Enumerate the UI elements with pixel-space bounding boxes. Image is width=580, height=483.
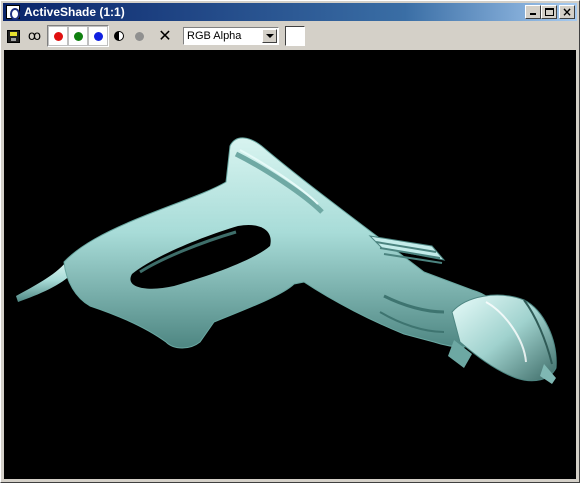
glue-gun-model — [16, 137, 557, 384]
monochrome-icon — [114, 31, 124, 41]
monochrome-button[interactable] — [109, 26, 129, 46]
green-channel-icon — [73, 31, 83, 41]
channel-display-select[interactable]: RGB Alpha — [183, 27, 279, 45]
toolbar: ꝏ ✕ RGB Alpha — [3, 23, 577, 49]
maximize-button[interactable] — [541, 5, 557, 19]
background-color-swatch[interactable] — [285, 26, 305, 46]
clone-window-button[interactable]: ꝏ — [23, 26, 43, 46]
channel-display-value: RGB Alpha — [187, 30, 242, 42]
close-icon: × — [561, 5, 573, 19]
title-bar[interactable]: ActiveShade (1:1) × — [3, 3, 577, 21]
red-channel-button[interactable] — [48, 26, 68, 46]
nozzle — [448, 294, 557, 384]
render-viewport[interactable] — [4, 50, 576, 479]
red-channel-icon — [53, 31, 63, 41]
clone-icon: ꝏ — [27, 28, 41, 44]
clear-icon: ✕ — [158, 26, 172, 45]
save-icon — [6, 29, 20, 43]
close-button[interactable]: × — [559, 5, 575, 19]
alpha-channel-icon — [134, 31, 144, 41]
maximize-icon — [545, 8, 554, 16]
blue-channel-icon — [93, 31, 103, 41]
window-title: ActiveShade (1:1) — [24, 5, 125, 19]
green-channel-button[interactable] — [68, 26, 88, 46]
activeshade-icon[interactable] — [6, 5, 20, 20]
chevron-down-icon[interactable] — [262, 29, 277, 43]
save-image-button[interactable] — [3, 26, 23, 46]
channel-toggles — [47, 25, 109, 47]
clear-button[interactable]: ✕ — [155, 26, 175, 46]
activeshade-window: ActiveShade (1:1) × ꝏ ✕ RGB Alpha — [0, 0, 580, 483]
blue-channel-button[interactable] — [88, 26, 108, 46]
minimize-button[interactable] — [525, 5, 541, 19]
alpha-channel-button[interactable] — [129, 26, 149, 46]
rendered-glue-gun-image — [16, 137, 557, 384]
minimize-icon — [530, 13, 536, 15]
window-controls: × — [525, 5, 575, 19]
